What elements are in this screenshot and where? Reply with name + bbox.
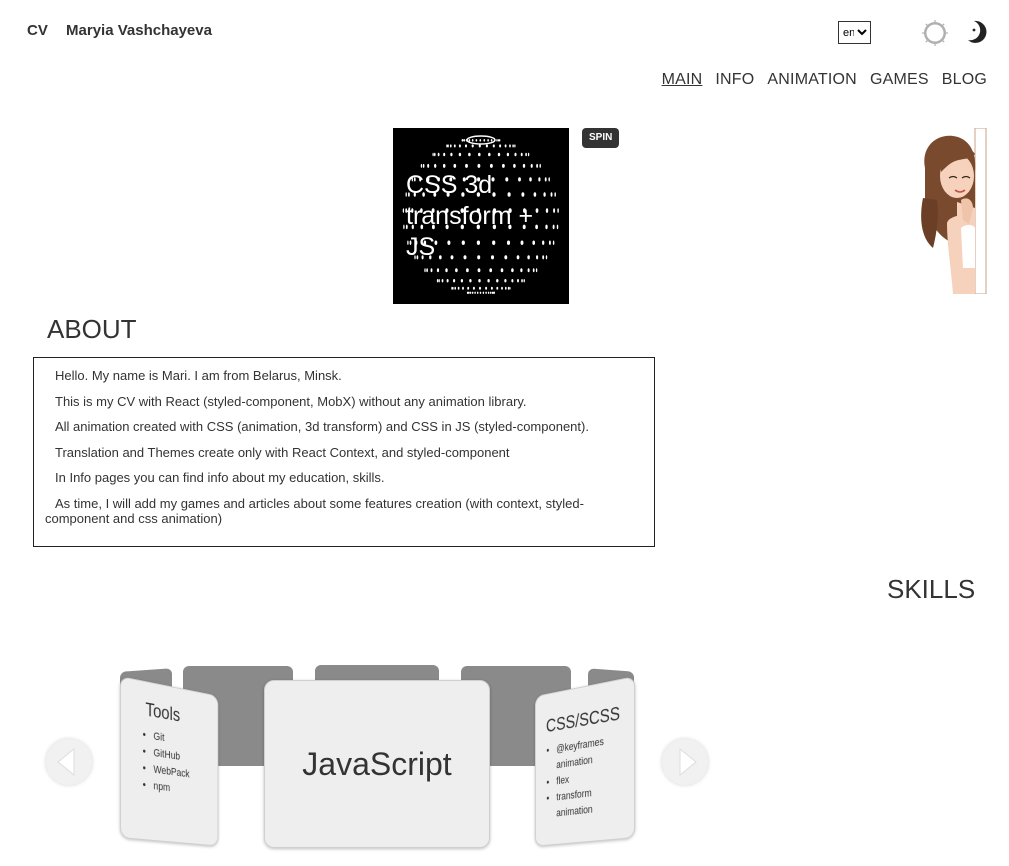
moon-icon[interactable] [963,19,989,45]
skills-title: SKILLS [887,574,976,604]
skills-carousel: Tools Git GitHub WebPack npm JavaScript … [40,650,720,866]
skill-card-tools[interactable]: Tools Git GitHub WebPack npm [120,676,219,847]
skill-card-css[interactable]: CSS/SCSS @keyframes animation flex trans… [535,676,635,847]
nav-animation[interactable]: ANIMATION [767,71,857,89]
main-nav: MAIN INFO ANIMATION GAMES BLOG [662,71,987,89]
girl-illustration [917,127,987,295]
brand-short: CV [27,22,48,39]
language-select[interactable]: en [838,21,871,44]
sphere-caption: CSS 3d transform + JS [406,171,534,261]
about-title: ABOUT [47,314,137,344]
nav-games[interactable]: GAMES [870,71,929,89]
about-paragraph: Translation and Themes create only with … [55,444,510,460]
chevron-left-icon [57,747,75,777]
chevron-right-icon [679,747,697,777]
about-paragraph: Hello. My name is Mari. I am from Belaru… [55,368,342,383]
nav-info[interactable]: INFO [715,71,754,89]
sphere-animation: CSS 3d transform + JS [393,128,569,304]
skill-card-javascript[interactable]: JavaScript [264,680,490,848]
nav-main[interactable]: MAIN [662,71,703,89]
about-text-box: Hello. My name is Mari. I am from Belaru… [33,357,655,547]
brand[interactable]: CV Maryia Vashchayeva [27,22,212,39]
skill-card-title: JavaScript [302,745,452,782]
about-paragraph: All animation created with CSS (animatio… [55,419,589,434]
spin-button[interactable]: SPIN [582,128,620,148]
skill-item: transform animation [556,782,618,822]
about-paragraph: In Info pages you can find info about my… [55,470,385,485]
about-paragraph: As time, I will add my games and article… [45,495,584,527]
brand-name: Maryia Vashchayeva [66,22,212,39]
nav-blog[interactable]: BLOG [942,71,987,89]
carousel-prev-button[interactable] [46,739,92,785]
sun-icon[interactable] [920,18,950,48]
about-paragraph: This is my CV with React (styled-compone… [55,393,527,409]
carousel-next-button[interactable] [662,739,708,785]
